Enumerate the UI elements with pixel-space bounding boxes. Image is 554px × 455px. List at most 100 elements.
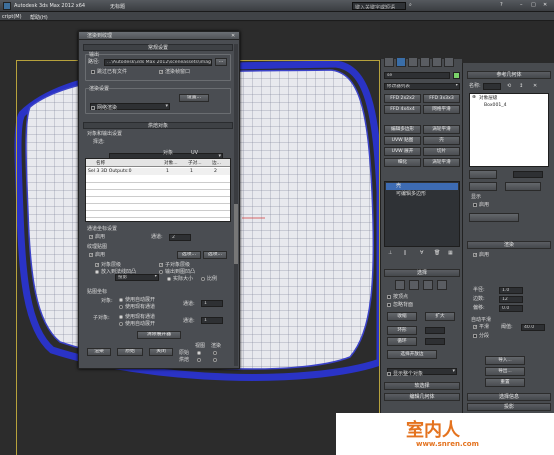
- baked-view-radio[interactable]: [197, 358, 201, 362]
- modifier-button-unwrap-uvw[interactable]: UVW 展开: [384, 147, 421, 156]
- render-enable-checkbox[interactable]: [473, 253, 477, 257]
- column-object[interactable]: 对象...: [164, 160, 178, 166]
- skip-existing-checkbox[interactable]: [91, 70, 95, 74]
- dialog-scroll-thumb[interactable]: [234, 204, 238, 264]
- put-to-bump-radio[interactable]: [159, 270, 163, 274]
- modifier-list-dropdown[interactable]: 修改器列表: [384, 83, 460, 90]
- original-button[interactable]: 原始: [117, 348, 143, 356]
- object-level-checkbox[interactable]: [95, 263, 99, 267]
- sides-spinner[interactable]: 12: [499, 296, 523, 303]
- configure-sets-icon[interactable]: ▦: [448, 250, 453, 256]
- column-edge[interactable]: 边...: [212, 160, 221, 166]
- output-path-field[interactable]: ...\Autodesk\3ds Max 2012\sceneassets\im…: [104, 59, 212, 66]
- export-button[interactable]: 导出...: [485, 367, 525, 376]
- modifier-button-turbosmooth-2[interactable]: 涡轮平滑: [423, 158, 460, 167]
- tree-item-object-level[interactable]: 对象层级: [479, 95, 497, 101]
- setup-button[interactable]: 设置...: [179, 94, 209, 102]
- modifier-stack-list[interactable]: 壳 可编辑多边形: [384, 181, 460, 247]
- object-name-field[interactable]: se: [384, 72, 450, 79]
- sub-object-level-checkbox[interactable]: [159, 263, 163, 267]
- enable-channel-checkbox[interactable]: [89, 235, 93, 239]
- modifier-button-meshsmooth[interactable]: 网格平滑: [423, 105, 460, 114]
- select-open-edges-button[interactable]: 选择开放边: [387, 350, 437, 359]
- modifier-button-tessellate[interactable]: 细化: [384, 158, 421, 167]
- rendering-rollout-header[interactable]: 渲染: [467, 241, 551, 249]
- rendered-frame-window-checkbox[interactable]: [159, 70, 163, 74]
- select-icon[interactable]: ↕: [519, 83, 523, 89]
- by-vertex-checkbox[interactable]: [387, 295, 391, 299]
- import-button[interactable]: 导入...: [485, 356, 525, 365]
- modifier-button-ffd222[interactable]: FFD 2x2x2: [384, 94, 421, 103]
- radius-spinner[interactable]: 1.0: [499, 287, 523, 294]
- baked-objects-table[interactable]: 名称 对象... 子对... 边... Sel 3 3D Outputs:0 1…: [85, 158, 231, 222]
- modifier-button-slice[interactable]: 切片: [423, 147, 460, 156]
- edit-working-pivot-button[interactable]: [469, 213, 519, 222]
- table-row[interactable]: Sel 3 3D Outputs:0 1 1 2: [86, 168, 230, 175]
- remove-modifier-icon[interactable]: 🗑: [434, 250, 440, 256]
- motion-tab-icon[interactable]: [420, 57, 430, 67]
- reference-geometry-header[interactable]: 参考几何体: [467, 71, 551, 79]
- search-icon[interactable]: ⌕: [409, 2, 412, 8]
- grow-button[interactable]: 扩大: [425, 312, 455, 321]
- help-icon[interactable]: ?: [500, 2, 503, 8]
- dialog-title-bar[interactable]: 渲染到纹理 ✕: [79, 32, 239, 40]
- reset-button[interactable]: 重置: [485, 378, 525, 387]
- soft-selection-rollout-header[interactable]: 软选择: [384, 382, 460, 390]
- object-channel-spinner[interactable]: 1: [201, 300, 223, 307]
- ref-button-1[interactable]: [469, 170, 497, 179]
- vertex-mode-icon[interactable]: [395, 280, 405, 290]
- selection-rollout-header[interactable]: 选择: [384, 269, 460, 277]
- ring-button[interactable]: 环形: [387, 326, 417, 335]
- selection-info-header[interactable]: 选择信息: [467, 393, 551, 401]
- clear-unwrap-button[interactable]: 清除展开器: [137, 331, 181, 339]
- projection-dropdown[interactable]: 投影: [115, 274, 159, 281]
- polygon-mode-icon[interactable]: [437, 280, 447, 290]
- network-render-checkbox[interactable]: [91, 106, 95, 110]
- sub-object-channel-spinner[interactable]: 1: [201, 317, 223, 324]
- display-tab-icon[interactable]: [432, 57, 442, 67]
- dialog-scrollbar[interactable]: [234, 44, 238, 366]
- menu-item-help[interactable]: 帮助(H): [30, 14, 48, 21]
- original-view-radio[interactable]: [197, 351, 201, 355]
- column-name[interactable]: 名称: [96, 160, 105, 166]
- maximize-icon[interactable]: □: [531, 2, 536, 8]
- loop-button[interactable]: 循环: [387, 337, 417, 346]
- object-use-existing-radio[interactable]: [119, 305, 123, 309]
- make-unique-icon[interactable]: ∀: [420, 250, 423, 256]
- projection-options-button-2[interactable]: 选项...: [203, 251, 227, 259]
- stack-item-editable-poly[interactable]: 可编辑多边形: [386, 191, 458, 198]
- projection-header[interactable]: 投影: [467, 403, 551, 411]
- ref-value-field[interactable]: [513, 171, 543, 178]
- hierarchy-tab-icon[interactable]: [408, 57, 418, 67]
- search-input[interactable]: 键入关键字或短语: [352, 2, 406, 10]
- edit-geometry-rollout-header[interactable]: 编辑几何体: [384, 393, 460, 401]
- object-color-swatch[interactable]: [453, 72, 460, 79]
- threshold-spinner[interactable]: 40.0: [521, 324, 545, 331]
- show-end-result-icon[interactable]: ∥: [404, 250, 407, 256]
- channel-spinner[interactable]: 2: [169, 234, 191, 241]
- ring-spinner[interactable]: [425, 327, 445, 334]
- offset-spinner[interactable]: 0.0: [499, 305, 523, 312]
- pick-icon[interactable]: ⟲: [507, 83, 511, 89]
- close-button[interactable]: 关闭: [149, 348, 173, 356]
- tree-item-box001[interactable]: Box001_4: [484, 103, 507, 108]
- use-projection-checkbox[interactable]: [89, 253, 93, 257]
- object-use-auto-unwrap-radio[interactable]: [119, 298, 123, 302]
- sub-object-use-auto-unwrap-radio[interactable]: [119, 322, 123, 326]
- baked-render-radio[interactable]: [213, 358, 217, 362]
- actual-size-radio[interactable]: [167, 277, 171, 281]
- stack-item-shell[interactable]: 壳: [386, 183, 458, 190]
- loop-spinner[interactable]: [425, 338, 445, 345]
- general-settings-header[interactable]: 常规设置: [83, 44, 233, 51]
- modifier-button-turbosmooth[interactable]: 涡轮平滑: [423, 125, 460, 134]
- smooth-checkbox[interactable]: [473, 325, 477, 329]
- pin-stack-icon[interactable]: ⊥: [388, 250, 392, 256]
- border-mode-icon[interactable]: [423, 280, 433, 290]
- baked-objects-header[interactable]: 烘焙对象: [83, 122, 233, 129]
- put-to-normal-radio[interactable]: [95, 270, 99, 274]
- close-icon[interactable]: ✕: [543, 2, 547, 8]
- modifier-button-ffd444[interactable]: FFD 4x4x4: [384, 105, 421, 114]
- show-whole-object-checkbox[interactable]: [387, 372, 391, 376]
- minimize-icon[interactable]: –: [520, 2, 523, 8]
- modifier-button-ffd333[interactable]: FFD 3x3x3: [423, 94, 460, 103]
